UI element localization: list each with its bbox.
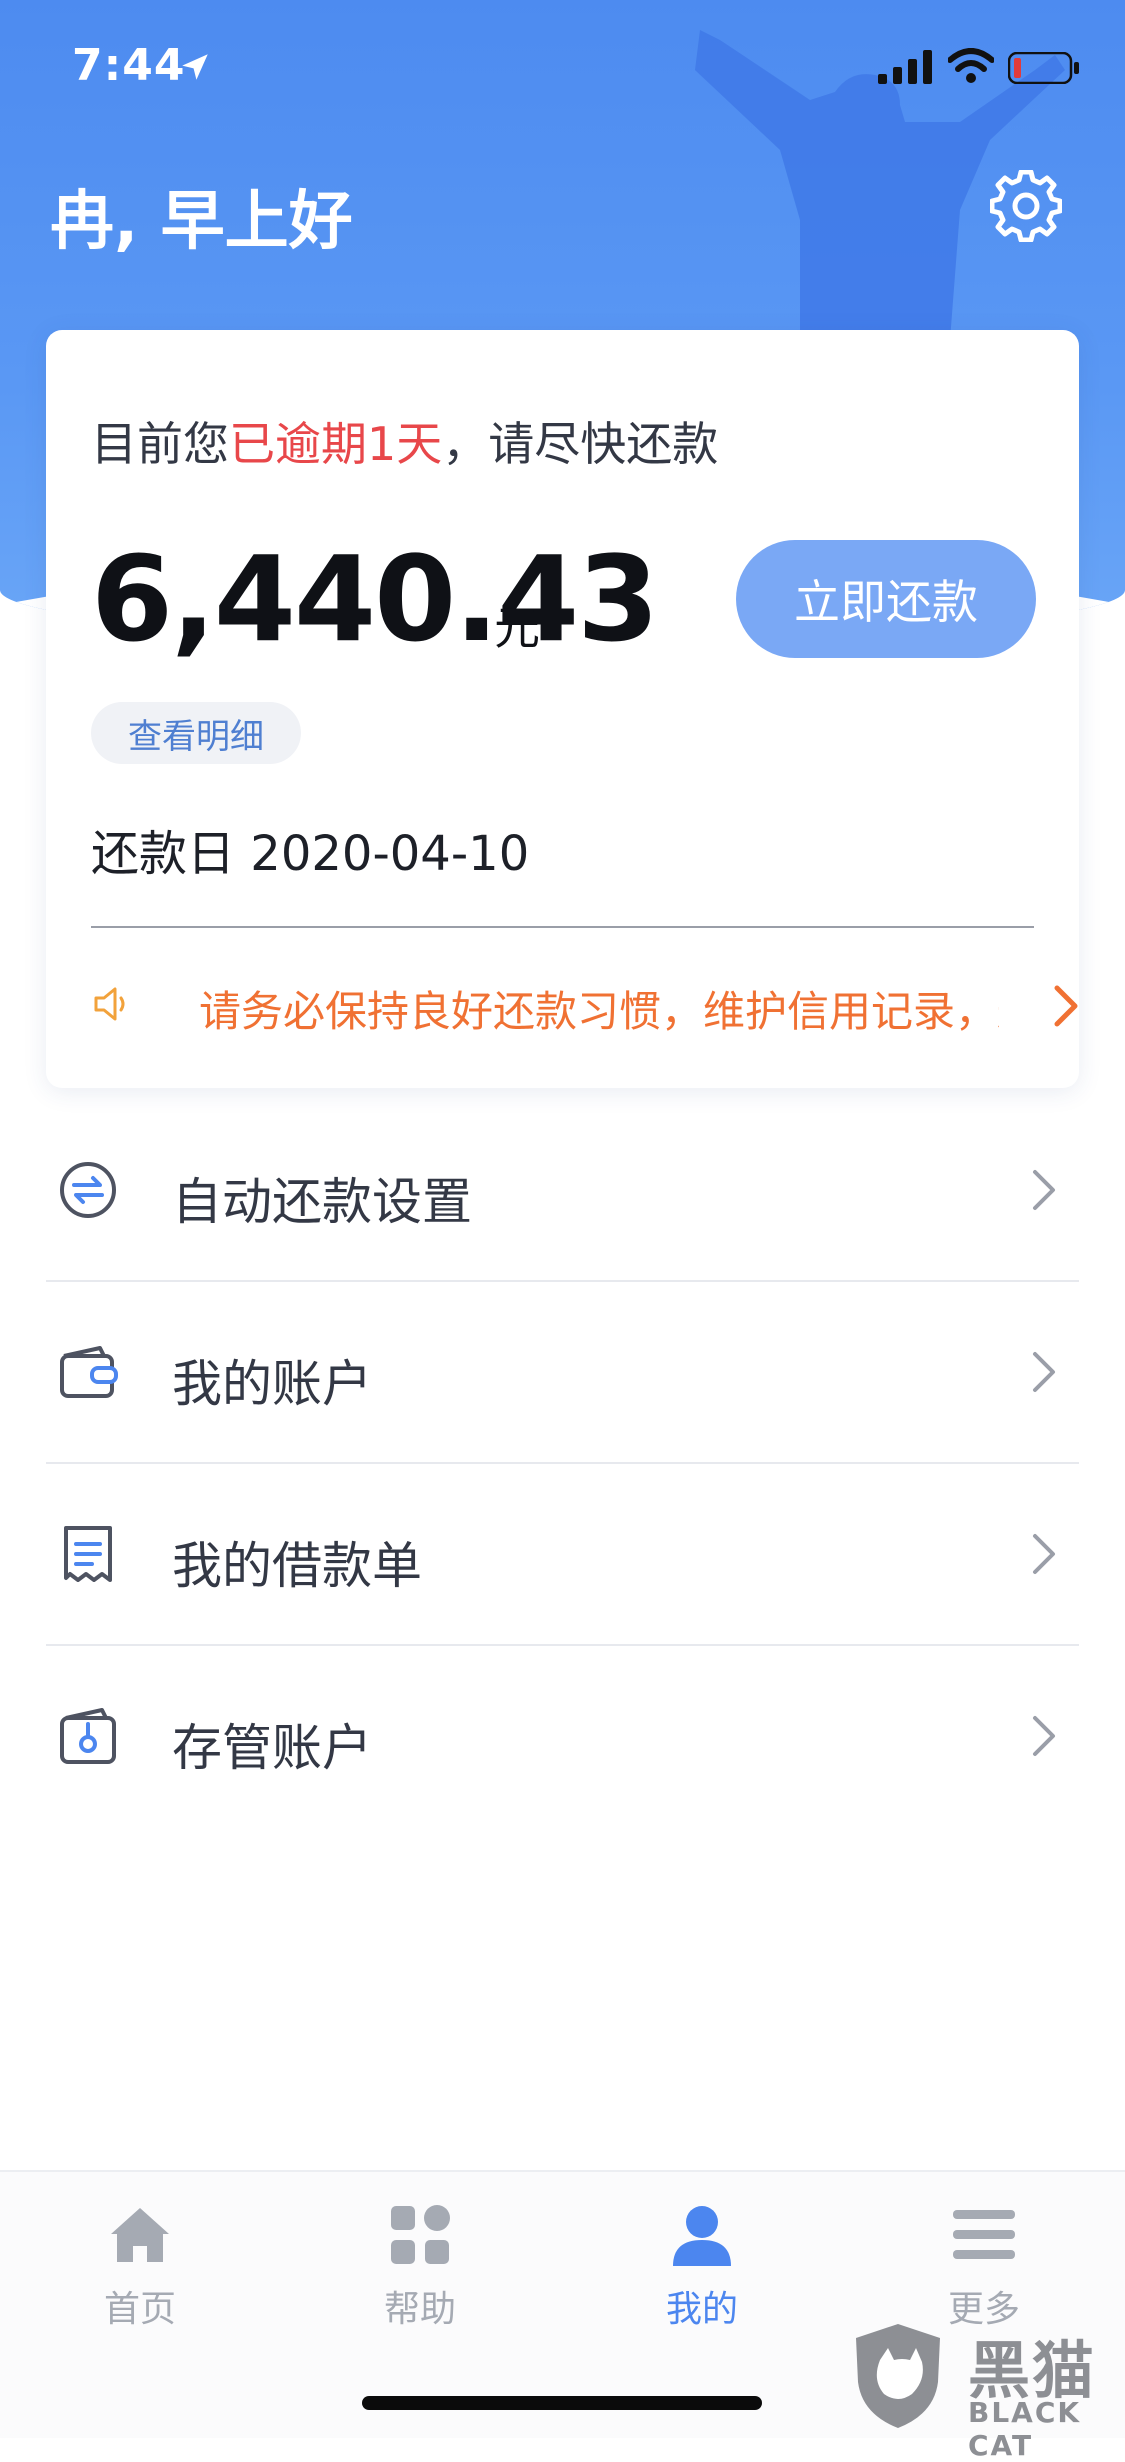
tab-label: 帮助 xyxy=(383,2289,456,2330)
loan-summary-card: 目前您已逾期1天，请尽快还款 6,440.43 元 立即还款 查看明细 还款日 … xyxy=(46,330,1079,1088)
repay-now-button[interactable]: 立即还款 xyxy=(736,540,1036,658)
menu-item-my-loans[interactable]: 我的借款单 xyxy=(46,1464,1079,1646)
menu-item-my-account[interactable]: 我的账户 xyxy=(46,1282,1079,1464)
view-details-button[interactable]: 查看明细 xyxy=(91,702,301,764)
tab-help[interactable]: 帮助 xyxy=(330,2202,510,2342)
menu-label: 存管账户 xyxy=(172,1719,372,1777)
settings-gear-icon[interactable] xyxy=(990,170,1062,242)
chevron-right-icon xyxy=(1033,1170,1055,1210)
menu-label: 我的借款单 xyxy=(172,1537,422,1595)
auto-repay-icon xyxy=(60,1162,116,1218)
tab-label: 首页 xyxy=(103,2289,176,2330)
battery-low-icon xyxy=(1008,52,1079,84)
user-icon xyxy=(673,2206,731,2266)
due-date-value: 2020-04-10 xyxy=(250,826,530,882)
cellular-signal-icon xyxy=(878,50,932,84)
overdue-message: 目前您已逾期1天，请尽快还款 xyxy=(91,408,718,474)
chevron-right-icon xyxy=(1033,1534,1055,1574)
overdue-days-text: 已逾期1天 xyxy=(229,417,443,471)
tab-home[interactable]: 首页 xyxy=(50,2202,230,2342)
tab-label: 我的 xyxy=(665,2289,738,2330)
speaker-icon xyxy=(94,987,125,1021)
due-date-row: 还款日 2020-04-10 xyxy=(91,814,529,884)
tab-mine[interactable]: 我的 xyxy=(612,2202,792,2342)
wifi-icon xyxy=(948,48,994,83)
custody-account-icon xyxy=(60,1708,116,1764)
menu-label: 我的账户 xyxy=(172,1355,372,1413)
account-menu: 自动还款设置 我的账户 我的借款单 存管账户 xyxy=(46,1100,1079,1826)
overdue-suffix: ，请尽快还款 xyxy=(442,417,719,471)
wallet-icon xyxy=(60,1346,118,1398)
chevron-right-icon xyxy=(1033,1716,1055,1756)
watermark-en-text: BLACK CAT xyxy=(968,2396,1082,2462)
home-indicator xyxy=(362,2396,762,2410)
black-cat-logo-icon xyxy=(856,2324,940,2428)
home-icon xyxy=(111,2208,169,2262)
menu-item-auto-repay[interactable]: 自动还款设置 xyxy=(46,1100,1079,1282)
chevron-right-icon xyxy=(1033,1352,1055,1392)
menu-item-custody-account[interactable]: 存管账户 xyxy=(46,1646,1079,1826)
menu-icon xyxy=(953,2210,1015,2259)
receipt-icon xyxy=(64,1526,112,1582)
status-bar: 7:44 xyxy=(0,0,1125,130)
grid-icon xyxy=(391,2205,450,2264)
amount-due: 6,440.43 xyxy=(91,530,659,668)
card-divider xyxy=(91,926,1034,928)
notice-banner[interactable]: 请务必保持良好还款习惯，维护信用记录，避 xyxy=(81,970,1078,1050)
overdue-prefix: 目前您 xyxy=(91,417,229,471)
greeting-title: 冉, 早上好 xyxy=(50,185,353,259)
location-arrow-icon xyxy=(182,54,208,80)
chevron-right-icon xyxy=(1054,985,1078,1027)
status-time: 7:44 xyxy=(72,40,186,91)
menu-label: 自动还款设置 xyxy=(172,1173,472,1231)
amount-unit: 元 xyxy=(494,601,540,655)
due-date-label: 还款日 xyxy=(91,826,236,882)
black-cat-watermark: 黑猫 BLACK CAT xyxy=(850,2320,1120,2462)
notice-text: 请务必保持良好还款习惯，维护信用记录，避 xyxy=(199,987,999,1036)
